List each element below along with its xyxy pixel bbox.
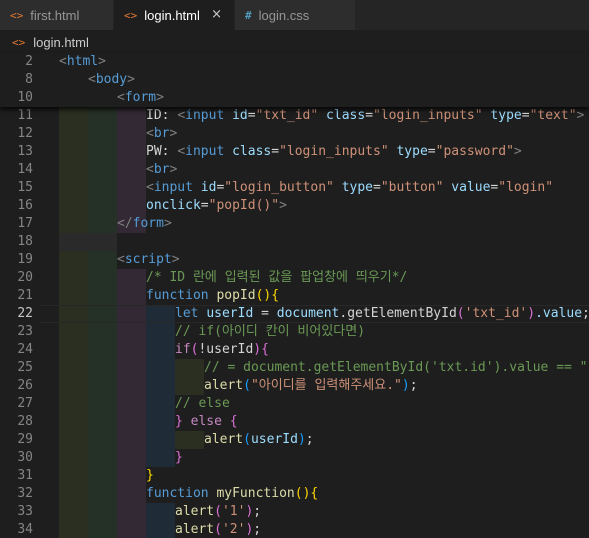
line-number: 19	[17, 252, 33, 267]
line-number: 32	[17, 486, 33, 501]
code-editor[interactable]: 11 ID: <input id="txt_id" class="login_in…	[0, 53, 589, 538]
code-text: <input id="login_button" type="button" v…	[146, 180, 554, 195]
code-text: <script>	[117, 252, 180, 267]
sticky-line[interactable]: 10 <form>	[0, 89, 589, 107]
code-text: ID: <input id="txt_id" class="login_inpu…	[146, 108, 585, 123]
sticky-code: <html>	[59, 54, 106, 69]
code-line[interactable]: 16 onclick="popId()">	[0, 197, 589, 215]
line-number: 11	[17, 108, 33, 123]
code-line[interactable]: 15 <input id="login_button" type="button"…	[0, 179, 589, 197]
code-text: <br>	[146, 162, 178, 177]
code-line[interactable]: 33 alert('1');	[0, 503, 589, 521]
code-text: <br>	[146, 126, 178, 141]
sticky-line[interactable]: 8 <body>	[0, 71, 589, 89]
code-text: function popId(){	[146, 288, 280, 303]
code-text: </form>	[117, 216, 172, 231]
line-number: 16	[17, 198, 33, 213]
code-text: }	[175, 450, 183, 465]
line-number: 26	[17, 378, 33, 393]
code-text: // = document.getElementById('txt.id').v…	[204, 360, 589, 375]
line-number: 18	[17, 234, 33, 249]
code-text: // else	[175, 396, 230, 411]
tab-login-css[interactable]: # login.css	[235, 0, 355, 30]
breadcrumb-label[interactable]: login.html	[33, 35, 89, 50]
line-number: 25	[17, 360, 33, 375]
line-number: 21	[17, 288, 33, 303]
css-file-icon: #	[245, 8, 252, 22]
code-line[interactable]: 32 function myFunction(){	[0, 485, 589, 503]
line-number: 13	[17, 144, 33, 159]
close-icon[interactable]: ×	[211, 7, 222, 22]
tab-label: login.html	[144, 7, 200, 23]
line-number: 27	[17, 396, 33, 411]
code-text: alert('1');	[175, 504, 262, 519]
code-line[interactable]: 20 /* ID 란에 입력된 값을 팝업창에 띄우기*/	[0, 269, 589, 287]
code-text: } else {	[175, 414, 238, 429]
line-number: 33	[17, 504, 33, 519]
code-line[interactable]: 26 alert("아이디를 입력해주세요.");	[0, 377, 589, 395]
code-text: /* ID 란에 입력된 값을 팝업창에 띄우기*/	[146, 270, 408, 285]
tab-first-html[interactable]: <> first.html	[0, 0, 113, 30]
line-number: 12	[17, 126, 33, 141]
line-number: 24	[17, 342, 33, 357]
code-text: alert("아이디를 입력해주세요.");	[204, 378, 418, 393]
code-text: alert('2');	[175, 522, 262, 537]
line-number: 17	[17, 216, 33, 231]
code-line[interactable]: 28 } else {	[0, 413, 589, 431]
code-text: }	[146, 468, 154, 483]
html-file-icon: <>	[10, 8, 24, 22]
code-line[interactable]: 29 alert(userId);	[0, 431, 589, 449]
code-line[interactable]: 27 // else	[0, 395, 589, 413]
line-number: 14	[17, 162, 33, 177]
line-number: 30	[17, 450, 33, 465]
code-line[interactable]: 19 <script>	[0, 251, 589, 269]
code-line[interactable]: 13 PW: <input class="login_inputs" type="…	[0, 143, 589, 161]
code-line[interactable]: 22 let userId = document.getElementById('…	[0, 305, 589, 323]
code-text: alert(userId);	[204, 432, 314, 447]
line-number: 23	[17, 324, 33, 339]
tab-label: login.css	[258, 7, 310, 23]
code-line[interactable]: 34 alert('2');	[0, 521, 589, 538]
line-number: 10	[17, 90, 33, 105]
html-file-icon: <>	[12, 35, 26, 49]
line-number: 34	[17, 522, 33, 537]
line-number: 31	[17, 468, 33, 483]
code-line[interactable]: 14 <br>	[0, 161, 589, 179]
sticky-code: <form>	[117, 90, 164, 105]
code-line[interactable]: 25 // = document.getElementById('txt.id')…	[0, 359, 589, 377]
code-line[interactable]: 21 function popId(){	[0, 287, 589, 305]
line-number: 29	[17, 432, 33, 447]
code-line[interactable]: 12 <br>	[0, 125, 589, 143]
code-line[interactable]: 17 </form>	[0, 215, 589, 233]
line-number: 22	[17, 306, 33, 321]
tab-label: first.html	[30, 7, 80, 23]
code-text: onclick="popId()">	[146, 198, 287, 213]
code-line[interactable]: 24 if(!userId){	[0, 341, 589, 359]
code-text: let userId = document.getElementById('tx…	[175, 306, 589, 321]
sticky-line[interactable]: 2 <html>	[0, 53, 589, 71]
line-number: 28	[17, 414, 33, 429]
sticky-code: <body>	[88, 72, 135, 87]
line-number: 15	[17, 180, 33, 195]
line-number: 2	[25, 54, 33, 69]
code-line[interactable]: 30}	[0, 449, 589, 467]
tab-bar: <> first.html <> login.html × # login.cs…	[0, 0, 589, 31]
code-line[interactable]: 31}	[0, 467, 589, 485]
breadcrumb[interactable]: <> login.html	[0, 31, 589, 53]
code-line[interactable]: 11 ID: <input id="txt_id" class="login_in…	[0, 107, 589, 125]
code-line[interactable]: 18	[0, 233, 589, 251]
code-line[interactable]: 23 // if(아이디 칸이 비어있다면)	[0, 323, 589, 341]
tab-login-html[interactable]: <> login.html ×	[114, 0, 234, 30]
code-text: // if(아이디 칸이 비어있다면)	[175, 324, 366, 339]
code-text: PW: <input class="login_inputs" type="pa…	[146, 144, 522, 159]
code-text: if(!userId){	[175, 342, 269, 357]
line-number: 20	[17, 270, 33, 285]
code-text: function myFunction(){	[146, 486, 319, 501]
line-number: 8	[25, 72, 33, 87]
html-file-icon: <>	[124, 8, 138, 22]
